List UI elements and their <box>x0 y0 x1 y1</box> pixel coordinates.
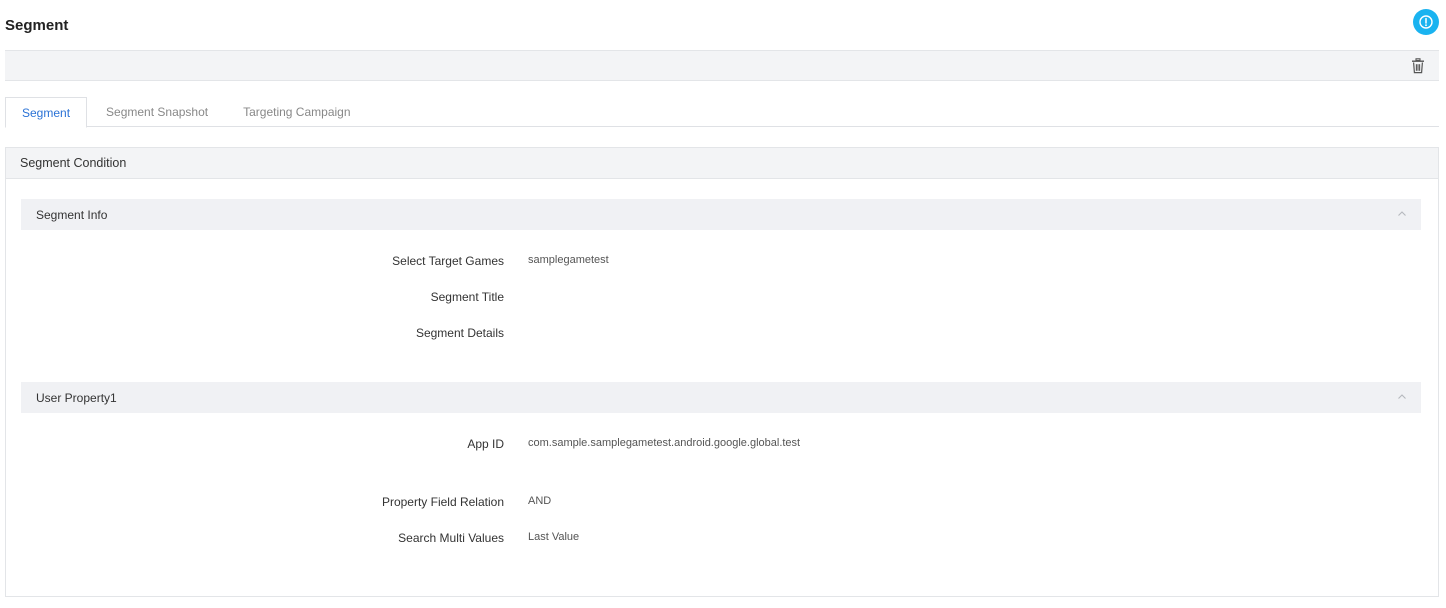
panel-title: Segment Condition <box>6 148 1438 179</box>
segment-page: Segment Segment Segment Snapshot Targeti… <box>0 0 1446 608</box>
section-title: User Property1 <box>36 390 117 405</box>
field-row: Segment Details <box>6 326 1438 342</box>
field-label: Segment Title <box>430 290 504 304</box>
field-row: App ID com.sample.samplegametest.android… <box>6 437 1438 453</box>
tab-targeting-campaign[interactable]: Targeting Campaign <box>227 97 366 127</box>
field-label: Segment Details <box>415 326 504 340</box>
help-circle-icon <box>1419 15 1433 29</box>
page-title: Segment <box>5 17 69 34</box>
field-label: Search Multi Values <box>398 531 504 545</box>
chevron-up-icon <box>1398 394 1406 399</box>
tab-segment-snapshot[interactable]: Segment Snapshot <box>90 97 224 127</box>
segment-condition-panel: Segment Condition Segment Info Select Ta… <box>5 147 1439 597</box>
field-value: samplegametest <box>528 254 609 266</box>
section-header-segment-info[interactable]: Segment Info <box>21 199 1421 230</box>
field-label: App ID <box>467 437 504 451</box>
field-value: Last Value <box>528 531 580 543</box>
field-value: com.sample.samplegametest.android.google… <box>528 437 801 449</box>
field-value: AND <box>528 495 552 507</box>
help-button[interactable] <box>1413 9 1439 35</box>
field-row: Segment Title <box>6 290 1438 306</box>
tab-bar: Segment Segment Snapshot Targeting Campa… <box>5 97 1439 128</box>
field-row: Search Multi Values Last Value <box>6 531 1438 547</box>
section-title: Segment Info <box>36 207 108 222</box>
chevron-up-icon <box>1398 211 1406 216</box>
tab-segment[interactable]: Segment <box>5 97 88 128</box>
delete-button[interactable] <box>1411 58 1425 74</box>
toolbar <box>5 50 1439 81</box>
field-label: Select Target Games <box>392 254 504 268</box>
field-row: Property Field Relation AND <box>6 495 1438 511</box>
field-row: Select Target Games samplegametest <box>6 254 1438 270</box>
field-label: Property Field Relation <box>381 495 504 509</box>
trash-icon <box>1412 58 1424 74</box>
section-header-user-property[interactable]: User Property1 <box>21 382 1421 413</box>
